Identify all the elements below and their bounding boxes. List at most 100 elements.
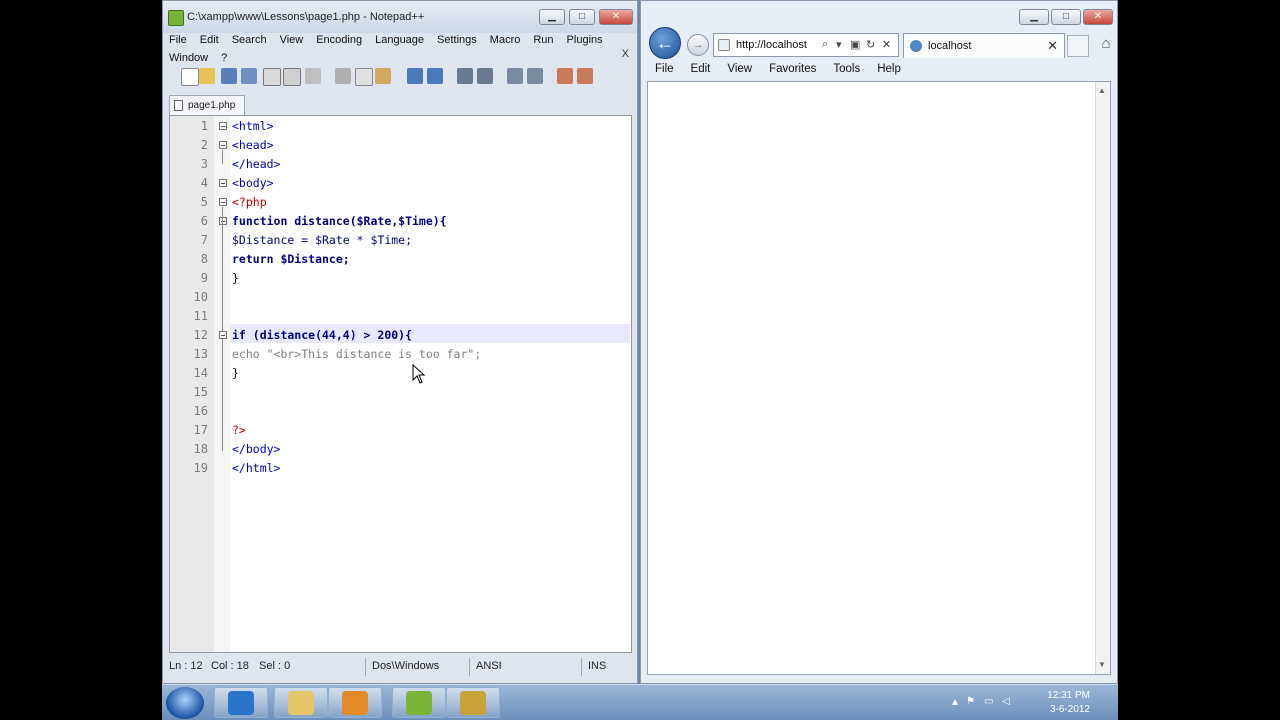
home-icon[interactable]: ⌂ — [1097, 35, 1115, 53]
address-bar[interactable]: http://localhost ⌕ ▾ ▣ ↻ ✕ — [713, 33, 899, 57]
taskbar-notepadpp[interactable] — [392, 687, 446, 718]
menu-search[interactable]: Search — [232, 34, 267, 46]
save-all-icon[interactable] — [241, 68, 257, 84]
menu-favorites[interactable]: Favorites — [769, 63, 816, 75]
minimize-button[interactable]: ▁ — [539, 9, 565, 25]
code-line: <head> — [232, 138, 274, 152]
taskbar-recorder[interactable] — [446, 687, 500, 718]
code-line: function distance($Rate,$Time){ — [232, 214, 447, 228]
line-number: 12 — [193, 328, 208, 342]
undo-icon[interactable] — [407, 68, 423, 84]
fold-toggle-icon[interactable] — [219, 141, 227, 149]
zoom-out-icon[interactable] — [527, 68, 543, 84]
menu-macro[interactable]: Macro — [490, 34, 521, 46]
address-url: http://localhost — [736, 39, 807, 51]
code-editor[interactable]: 1 2 3 4 5 6 7 8 9 10 11 12 13 14 15 16 1… — [169, 115, 632, 653]
line-number: 8 — [200, 252, 208, 266]
fold-toggle-icon[interactable] — [219, 198, 227, 206]
clock[interactable]: 12:31 PM 3-6-2012 — [1047, 689, 1090, 717]
npp-titlebar[interactable]: C:\xampp\www\Lessons\page1.php - Notepad… — [163, 1, 637, 33]
close-all-icon[interactable] — [283, 68, 301, 86]
menu-file[interactable]: File — [169, 34, 187, 46]
print-icon[interactable] — [305, 68, 321, 84]
browser-tab-localhost[interactable]: localhost ✕ — [903, 33, 1065, 58]
vertical-scrollbar[interactable]: ▲ ▼ — [1095, 82, 1110, 674]
fold-toggle-icon[interactable] — [219, 122, 227, 130]
action-center-icon[interactable]: ⚑ — [966, 696, 975, 707]
sync-scroll-icon[interactable] — [557, 68, 573, 84]
menu-plugins[interactable]: Plugins — [567, 34, 603, 46]
menu-window[interactable]: Window — [169, 52, 208, 64]
taskbar-media-player[interactable] — [328, 687, 382, 718]
forward-arrow-icon[interactable]: → — [687, 34, 709, 56]
minimize-button[interactable]: ▁ — [1019, 9, 1049, 25]
menu-file[interactable]: File — [655, 63, 674, 75]
back-arrow-icon[interactable]: ← — [649, 27, 681, 59]
close-button[interactable]: ✕ — [1083, 9, 1113, 25]
menu-tools[interactable]: Tools — [833, 63, 860, 75]
start-button[interactable] — [166, 687, 204, 719]
menu-view[interactable]: View — [727, 63, 752, 75]
status-divider — [469, 658, 470, 676]
save-icon[interactable] — [221, 68, 237, 84]
npp-window-title: C:\xampp\www\Lessons\page1.php - Notepad… — [187, 11, 425, 23]
find-icon[interactable] — [457, 68, 473, 84]
dropdown-icon[interactable]: ▾ — [836, 38, 842, 51]
menu-help[interactable]: Help — [877, 63, 901, 75]
clock-date: 3-6-2012 — [1049, 704, 1090, 715]
menu-encoding[interactable]: Encoding — [316, 34, 362, 46]
status-line: Ln : 12 — [169, 660, 203, 672]
menu-view[interactable]: View — [280, 34, 304, 46]
zoom-in-icon[interactable] — [507, 68, 523, 84]
tab-page1-php[interactable]: page1.php — [169, 95, 245, 115]
media-player-icon — [342, 691, 368, 715]
page-content[interactable]: ▲ ▼ — [647, 81, 1111, 675]
line-number: 13 — [193, 347, 208, 361]
code-line: <html> — [232, 119, 274, 133]
code-line: </body> — [232, 442, 281, 456]
paste-icon[interactable] — [375, 68, 391, 84]
compatibility-view-icon[interactable]: ▣ — [850, 38, 860, 51]
fold-toggle-icon[interactable] — [219, 217, 227, 225]
fold-toggle-icon[interactable] — [219, 179, 227, 187]
close-document-icon[interactable]: X — [622, 48, 629, 60]
cut-icon[interactable] — [335, 68, 351, 84]
wrap-icon[interactable] — [577, 68, 593, 84]
line-number: 16 — [193, 404, 208, 418]
taskbar: ▲ ⚑ ▭ ◁ 12:31 PM 3-6-2012 — [162, 684, 1118, 720]
close-button[interactable]: ✕ — [599, 9, 633, 25]
menu-help[interactable]: ? — [221, 52, 227, 64]
new-tab-button[interactable] — [1067, 35, 1089, 57]
close-tab-icon[interactable]: ✕ — [1047, 38, 1058, 54]
menu-run[interactable]: Run — [533, 34, 553, 46]
system-tray: ▲ ⚑ ▭ ◁ 12:31 PM 3-6-2012 — [940, 685, 1110, 720]
taskbar-explorer[interactable] — [274, 687, 328, 718]
show-hidden-icons-icon[interactable]: ▲ — [950, 697, 960, 708]
taskbar-internet-explorer[interactable] — [214, 687, 268, 718]
search-icon[interactable]: ⌕ — [822, 38, 828, 51]
status-insert-mode: INS — [588, 660, 607, 672]
stop-icon[interactable]: ✕ — [882, 38, 891, 51]
volume-icon[interactable]: ◁ — [1002, 696, 1010, 707]
new-file-icon[interactable] — [181, 68, 199, 86]
scroll-up-icon[interactable]: ▲ — [1098, 86, 1106, 95]
menu-settings[interactable]: Settings — [437, 34, 477, 46]
redo-icon[interactable] — [427, 68, 443, 84]
open-file-icon[interactable] — [199, 68, 215, 84]
menu-edit[interactable]: Edit — [691, 63, 711, 75]
network-icon[interactable]: ▭ — [984, 696, 993, 707]
page-icon — [718, 39, 730, 51]
scroll-down-icon[interactable]: ▼ — [1098, 660, 1106, 669]
notepadpp-window: C:\xampp\www\Lessons\page1.php - Notepad… — [162, 0, 638, 684]
copy-icon[interactable] — [355, 68, 373, 86]
notepadpp-app-icon — [168, 10, 184, 26]
menu-language[interactable]: Language — [375, 34, 424, 46]
replace-icon[interactable] — [477, 68, 493, 84]
line-number: 14 — [193, 366, 208, 380]
close-icon[interactable] — [263, 68, 281, 86]
refresh-icon[interactable]: ↻ — [866, 38, 875, 51]
fold-toggle-icon[interactable] — [219, 331, 227, 339]
menu-edit[interactable]: Edit — [200, 34, 219, 46]
maximize-button[interactable]: □ — [1051, 9, 1081, 25]
maximize-button[interactable]: □ — [569, 9, 595, 25]
